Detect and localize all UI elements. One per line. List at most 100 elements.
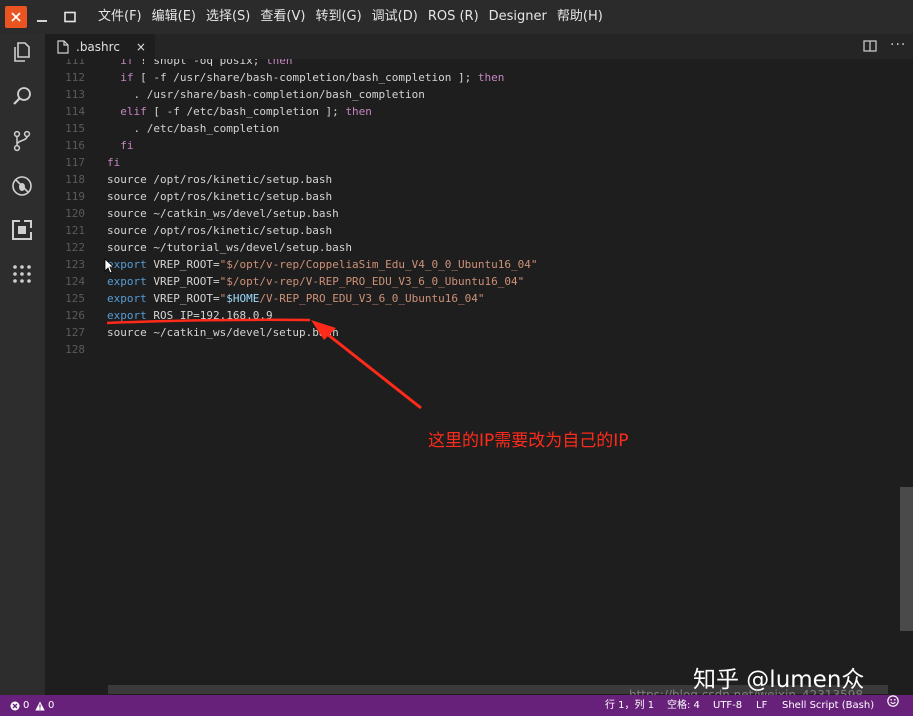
line-content: fi [120, 139, 134, 152]
window-minimize-button[interactable] [31, 6, 53, 28]
menu-ros[interactable]: ROS (R) [423, 0, 484, 34]
window-maximize-button[interactable] [59, 6, 81, 28]
code-line[interactable]: 128 [45, 341, 905, 358]
code-line[interactable]: 111 if ! shopt -oq posix; then [45, 59, 905, 69]
line-content: . /etc/bash_completion [107, 122, 280, 135]
line-content: source ~/catkin_ws/devel/setup.bash [107, 207, 339, 220]
code-line[interactable]: 116 fi [45, 137, 905, 154]
tab-label: .bashrc [76, 39, 120, 54]
code-line[interactable]: 114 elif [ -f /etc/bash_completion ]; th… [45, 103, 905, 120]
window-close-button[interactable] [5, 6, 27, 28]
code-editor[interactable]: 111 if ! shopt -oq posix; then 112 if [ -… [45, 59, 913, 695]
line-number: 111 [65, 59, 85, 67]
tab-bar: .bashrc × ··· [45, 34, 913, 59]
tab-close-button[interactable]: × [136, 40, 146, 54]
status-cursor-position[interactable]: 行 1，列 1 [605, 695, 654, 716]
line-number: 125 [65, 292, 85, 305]
line-number: 127 [65, 326, 85, 339]
tab-bashrc[interactable]: .bashrc × [45, 34, 155, 59]
code-line[interactable]: 124 export VREP_ROOT="$/opt/v-rep/V-REP_P… [45, 273, 905, 290]
line-number: 122 [65, 241, 85, 254]
line-number: 114 [65, 105, 85, 118]
menu-designer[interactable]: Designer [484, 0, 552, 34]
code-line[interactable]: 112 if [ -f /usr/share/bash-completion/b… [45, 69, 905, 86]
file-icon [57, 39, 69, 54]
line-content: export VREP_ROOT="$HOME/V-REP_PRO_EDU_V3… [107, 292, 485, 305]
code-line[interactable]: 117 fi [45, 154, 905, 171]
mouse-pointer-icon [104, 258, 114, 274]
code-line[interactable]: 113 . /usr/share/bash-completion/bash_co… [45, 86, 905, 103]
line-number: 115 [65, 122, 85, 135]
minimize-icon [37, 20, 47, 22]
code-line[interactable]: 115 . /etc/bash_completion [45, 120, 905, 137]
line-number: 113 [65, 88, 85, 101]
line-number: 117 [65, 156, 85, 169]
status-indentation[interactable]: 空格: 4 [667, 695, 700, 716]
warning-count: 0 [48, 700, 55, 711]
code-line[interactable]: 125 export VREP_ROOT="$HOME/V-REP_PRO_EDU… [45, 290, 905, 307]
line-content: if ! shopt -oq posix; then [120, 59, 293, 67]
vertical-scrollbar[interactable] [900, 487, 913, 631]
line-content: export ROS_IP=192.168.0.9 [107, 309, 273, 322]
code-lines: 111 if ! shopt -oq posix; then 112 if [ -… [45, 59, 905, 358]
line-content: fi [107, 156, 121, 169]
menu-help[interactable]: 帮助(H) [552, 0, 608, 34]
activity-bar [0, 34, 45, 695]
menu-file[interactable]: 文件(F) [93, 0, 147, 34]
code-line[interactable]: 122 source ~/tutorial_ws/devel/setup.bash [45, 239, 905, 256]
line-number: 120 [65, 207, 85, 220]
title-bar: 文件(F) 编辑(E) 选择(S) 查看(V) 转到(G) 调试(D) ROS … [0, 0, 913, 34]
source-control-icon[interactable] [10, 129, 34, 153]
menu-go[interactable]: 转到(G) [310, 0, 366, 34]
status-language-mode[interactable]: Shell Script (Bash) [782, 695, 874, 716]
line-content: elif [ -f /etc/bash_completion ]; then [120, 105, 372, 118]
close-icon [11, 12, 21, 22]
code-line[interactable]: 120 source ~/catkin_ws/devel/setup.bash [45, 205, 905, 222]
menu-selection[interactable]: 选择(S) [201, 0, 255, 34]
error-count: 0 [23, 700, 30, 711]
line-number: 112 [65, 71, 85, 84]
split-editor-icon[interactable] [863, 39, 877, 53]
menu-view[interactable]: 查看(V) [255, 0, 310, 34]
line-content: source ~/catkin_ws/devel/setup.bash [107, 326, 339, 339]
status-encoding[interactable]: UTF-8 [713, 695, 742, 716]
line-number: 126 [65, 309, 85, 322]
line-number: 123 [65, 258, 85, 271]
line-number: 118 [65, 173, 85, 186]
status-errors[interactable]: 0 [10, 695, 29, 716]
menu-edit[interactable]: 编辑(E) [147, 0, 201, 34]
code-line[interactable]: 127 source ~/catkin_ws/devel/setup.bash [45, 324, 905, 341]
code-line[interactable]: 119 source /opt/ros/kinetic/setup.bash [45, 188, 905, 205]
warning-icon [35, 701, 45, 710]
status-eol[interactable]: LF [756, 695, 767, 716]
menu-bar: 文件(F) 编辑(E) 选择(S) 查看(V) 转到(G) 调试(D) ROS … [93, 0, 608, 34]
extensions-icon[interactable] [10, 218, 34, 242]
line-content: source /opt/ros/kinetic/setup.bash [107, 173, 333, 186]
line-content: if [ -f /usr/share/bash-completion/bash_… [120, 71, 505, 84]
menu-debug[interactable]: 调试(D) [367, 0, 423, 34]
line-number: 119 [65, 190, 85, 203]
search-icon[interactable] [10, 84, 34, 108]
error-icon [10, 701, 20, 710]
status-bar: 0 0 行 1，列 1 空格: 4 UTF-8 LF Shell Script … [0, 695, 913, 716]
status-warnings[interactable]: 0 [35, 695, 54, 716]
code-line[interactable]: 123 export VREP_ROOT="$/opt/v-rep/Coppeli… [45, 256, 905, 273]
line-content: export VREP_ROOT="$/opt/v-rep/CoppeliaSi… [107, 258, 538, 271]
explorer-icon[interactable] [10, 40, 34, 64]
line-content: source /opt/ros/kinetic/setup.bash [107, 224, 333, 237]
code-line[interactable]: 126 export ROS_IP=192.168.0.9 [45, 307, 905, 324]
line-content: . /usr/share/bash-completion/bash_comple… [107, 88, 425, 101]
code-line[interactable]: 121 source /opt/ros/kinetic/setup.bash [45, 222, 905, 239]
line-content: source ~/tutorial_ws/devel/setup.bash [107, 241, 353, 254]
code-line[interactable]: 118 source /opt/ros/kinetic/setup.bash [45, 171, 905, 188]
line-content: export VREP_ROOT="$/opt/v-rep/V-REP_PRO_… [107, 275, 525, 288]
debug-icon[interactable] [10, 174, 34, 198]
line-content: source /opt/ros/kinetic/setup.bash [107, 190, 333, 203]
line-number: 128 [65, 343, 85, 356]
line-number: 124 [65, 275, 85, 288]
more-actions-icon[interactable]: ··· [890, 37, 906, 53]
line-number: 121 [65, 224, 85, 237]
apps-icon[interactable] [10, 262, 34, 286]
feedback-smiley-icon[interactable] [887, 695, 902, 707]
annotation-text: 这里的IP需要改为自己的IP [428, 431, 629, 451]
